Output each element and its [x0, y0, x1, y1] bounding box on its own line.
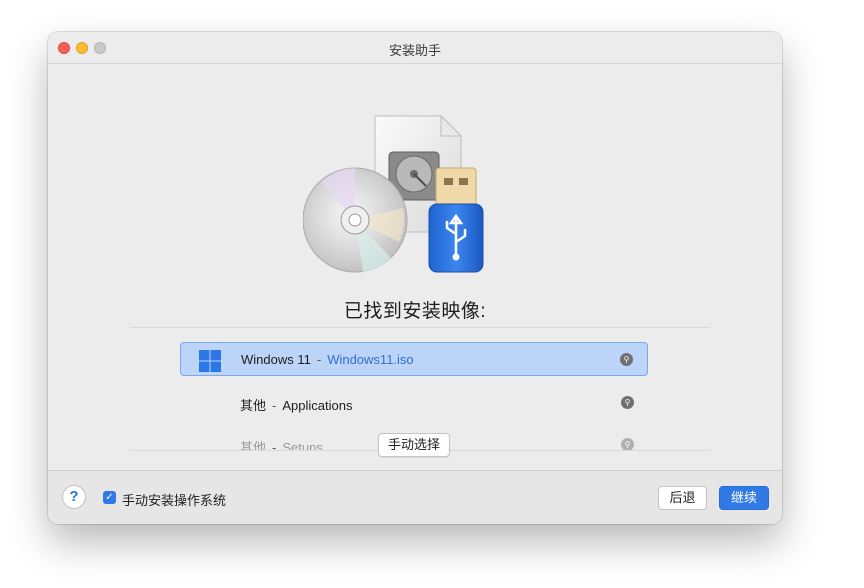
image-label: Windows 11- Windows11.iso	[241, 352, 414, 367]
installation-assistant-window: 安装助手 已找到安装映像: Windows 11 - Windows11.iso…	[48, 32, 782, 524]
checkmark-icon: ✓	[105, 492, 114, 503]
continue-button[interactable]: 继续	[719, 486, 769, 510]
optical-disc-icon	[303, 167, 408, 273]
back-button[interactable]: 后退	[658, 486, 707, 510]
usb-drive-icon	[428, 167, 484, 273]
image-item-applications[interactable]: 其他 - Applications ⚲	[180, 386, 648, 420]
question-icon: ?	[69, 488, 79, 505]
magnifier-icon[interactable]: ⚲	[621, 396, 634, 409]
magnifier-icon[interactable]: ⚲	[621, 438, 634, 450]
image-label: 其他 - Applications	[240, 398, 353, 413]
installation-media-illustration	[303, 114, 484, 273]
manual-install-checkbox[interactable]: ✓	[103, 491, 116, 504]
magnifier-icon[interactable]: ⚲	[620, 353, 633, 366]
manual-select-button[interactable]: 手动选择	[378, 433, 450, 457]
image-item-windows11[interactable]: Windows 11- Windows11.iso ⚲	[180, 342, 648, 376]
install-image-list[interactable]: Windows 11- Windows11.iso ⚲ 其他 - Applicatio…	[130, 328, 710, 450]
title-bar: 安装助手	[48, 32, 782, 64]
help-button[interactable]: ?	[62, 485, 86, 509]
manual-install-label[interactable]: 手动安装操作系统	[122, 490, 226, 509]
main-content: 已找到安装映像: Windows 11- Windows11.iso ⚲ 其他 - A…	[48, 64, 782, 470]
windows-icon	[199, 350, 221, 372]
image-label: 其他 - Setups	[240, 440, 323, 450]
window-title: 安装助手	[388, 43, 441, 58]
footer-bar: ? ✓ 手动安装操作系统 后退 继续	[48, 470, 782, 524]
page-heading: 已找到安装映像:	[343, 301, 487, 322]
